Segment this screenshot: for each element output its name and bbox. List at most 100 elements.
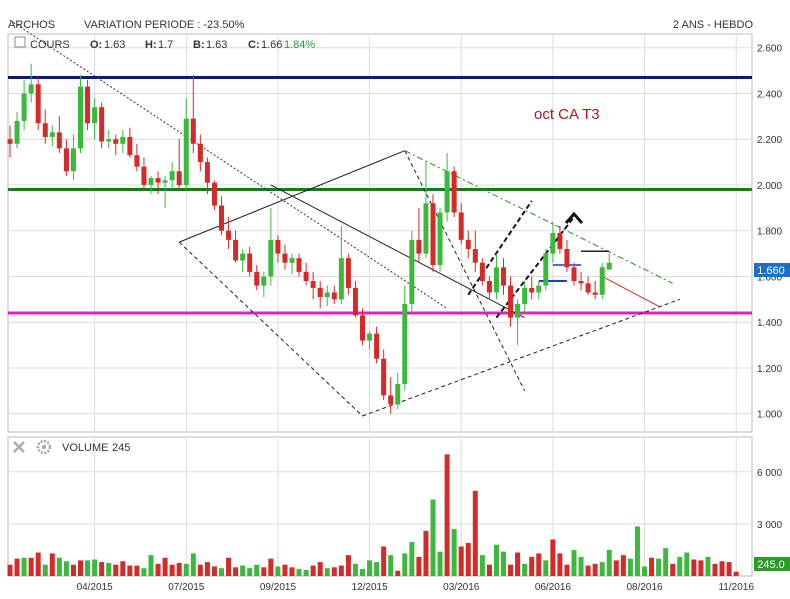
candle-body xyxy=(550,233,556,254)
close-volume-icon[interactable] xyxy=(13,441,25,453)
trendline-solid xyxy=(270,184,525,319)
variation-label: VARIATION PERIODE : -23.50% xyxy=(84,19,245,31)
volume-bar xyxy=(564,564,570,576)
volume-bar xyxy=(317,562,323,576)
volume-bar xyxy=(733,571,739,576)
candle-body xyxy=(444,171,450,213)
volume-bar xyxy=(592,563,598,576)
volume-bar xyxy=(493,544,499,576)
volume-bar xyxy=(670,563,676,576)
volume-bar xyxy=(197,564,203,576)
x-tick-label: 11/2016 xyxy=(718,582,754,593)
volume-bar xyxy=(451,529,457,576)
gear-icon[interactable] xyxy=(36,439,52,455)
candle-body xyxy=(479,262,485,282)
open-value: 1.63 xyxy=(104,39,125,51)
volume-panel-frame xyxy=(7,436,753,577)
candle-body xyxy=(374,333,380,359)
candle-body xyxy=(28,84,34,94)
volume-bar xyxy=(21,557,27,576)
candle-body xyxy=(493,267,499,293)
volume-bar xyxy=(141,568,147,576)
x-tick-label: 06/2016 xyxy=(535,582,572,593)
volume-bar xyxy=(296,569,302,576)
close-panel-icon[interactable] xyxy=(14,36,26,48)
candle-body xyxy=(303,271,309,282)
high-value: 1.7 xyxy=(158,39,173,51)
volume-bar xyxy=(472,490,478,576)
candle-body xyxy=(282,253,288,263)
candle-body xyxy=(437,212,443,266)
candle-body xyxy=(324,292,330,298)
volume-bar xyxy=(367,560,373,576)
volume-bar xyxy=(303,569,309,576)
volume-bar xyxy=(176,562,182,576)
volume-tick-label: 6 000 xyxy=(757,468,782,479)
high-label: H: xyxy=(145,39,157,51)
volume-bar xyxy=(381,546,387,576)
candle-body xyxy=(289,258,295,263)
volume-bar xyxy=(536,553,542,576)
price-tick-label: 2.600 xyxy=(757,44,782,55)
volume-bar xyxy=(444,454,450,576)
candle-body xyxy=(120,136,126,144)
candle-body xyxy=(42,123,48,137)
candle-body xyxy=(134,155,140,167)
candle-body xyxy=(381,358,387,396)
volume-bar xyxy=(99,562,105,576)
candle-body xyxy=(606,262,612,270)
candle-body xyxy=(388,395,394,405)
candle-body xyxy=(254,271,260,286)
volume-bar xyxy=(226,557,232,576)
price-panel-label: COURS xyxy=(30,39,70,51)
candle-body xyxy=(564,249,570,268)
candle-body xyxy=(536,285,542,293)
volume-bar xyxy=(522,563,528,576)
annotation-text: oct CA T3 xyxy=(534,106,600,123)
candle-body xyxy=(275,239,281,254)
trendline-dashed-bold xyxy=(467,200,533,296)
volume-bar xyxy=(395,570,401,576)
candle-body xyxy=(592,292,598,295)
candle-body xyxy=(543,253,549,286)
volume-bar xyxy=(49,553,55,576)
volume-bar xyxy=(627,558,633,576)
volume-bar xyxy=(585,565,591,576)
candle-body xyxy=(169,171,175,181)
volume-bar xyxy=(148,555,154,576)
candle-body xyxy=(92,107,98,124)
volume-bar xyxy=(338,565,344,576)
price-tick-label: 1.000 xyxy=(757,410,782,421)
volume-bar xyxy=(486,564,492,576)
candle-body xyxy=(233,239,239,261)
volume-panel-label: VOLUME xyxy=(62,442,108,454)
volume-bar xyxy=(254,564,260,576)
volume-bar xyxy=(465,542,471,576)
candle-body xyxy=(508,285,514,318)
candle-body xyxy=(63,148,69,172)
volume-bar xyxy=(113,564,119,576)
volume-bar xyxy=(247,568,253,576)
candle-body xyxy=(599,267,605,295)
candle-body xyxy=(70,148,76,172)
candle-body xyxy=(360,315,365,341)
arrowhead-icon xyxy=(564,211,584,224)
chart-root: 1.000 1.200 1.400 1.600 1.800 2.000 2.200 2.400… xyxy=(0,0,790,594)
low-value: 1.63 xyxy=(206,39,227,51)
x-tick-label: 03/2016 xyxy=(443,582,480,593)
candle-body xyxy=(367,333,373,341)
candle-body xyxy=(127,136,133,156)
volume-bar xyxy=(63,561,69,576)
price-tick-label: 2.400 xyxy=(757,89,782,100)
volume-bar xyxy=(423,530,429,576)
candle-body xyxy=(416,239,422,254)
volume-bar xyxy=(162,557,168,576)
volume-bar xyxy=(634,526,640,576)
candle-body xyxy=(85,86,91,124)
candle-body xyxy=(106,139,112,142)
volume-bar xyxy=(233,567,239,576)
volume-bar xyxy=(106,562,112,576)
low-label: B: xyxy=(193,39,205,51)
volume-bar xyxy=(56,557,62,576)
volume-bar xyxy=(684,552,690,576)
